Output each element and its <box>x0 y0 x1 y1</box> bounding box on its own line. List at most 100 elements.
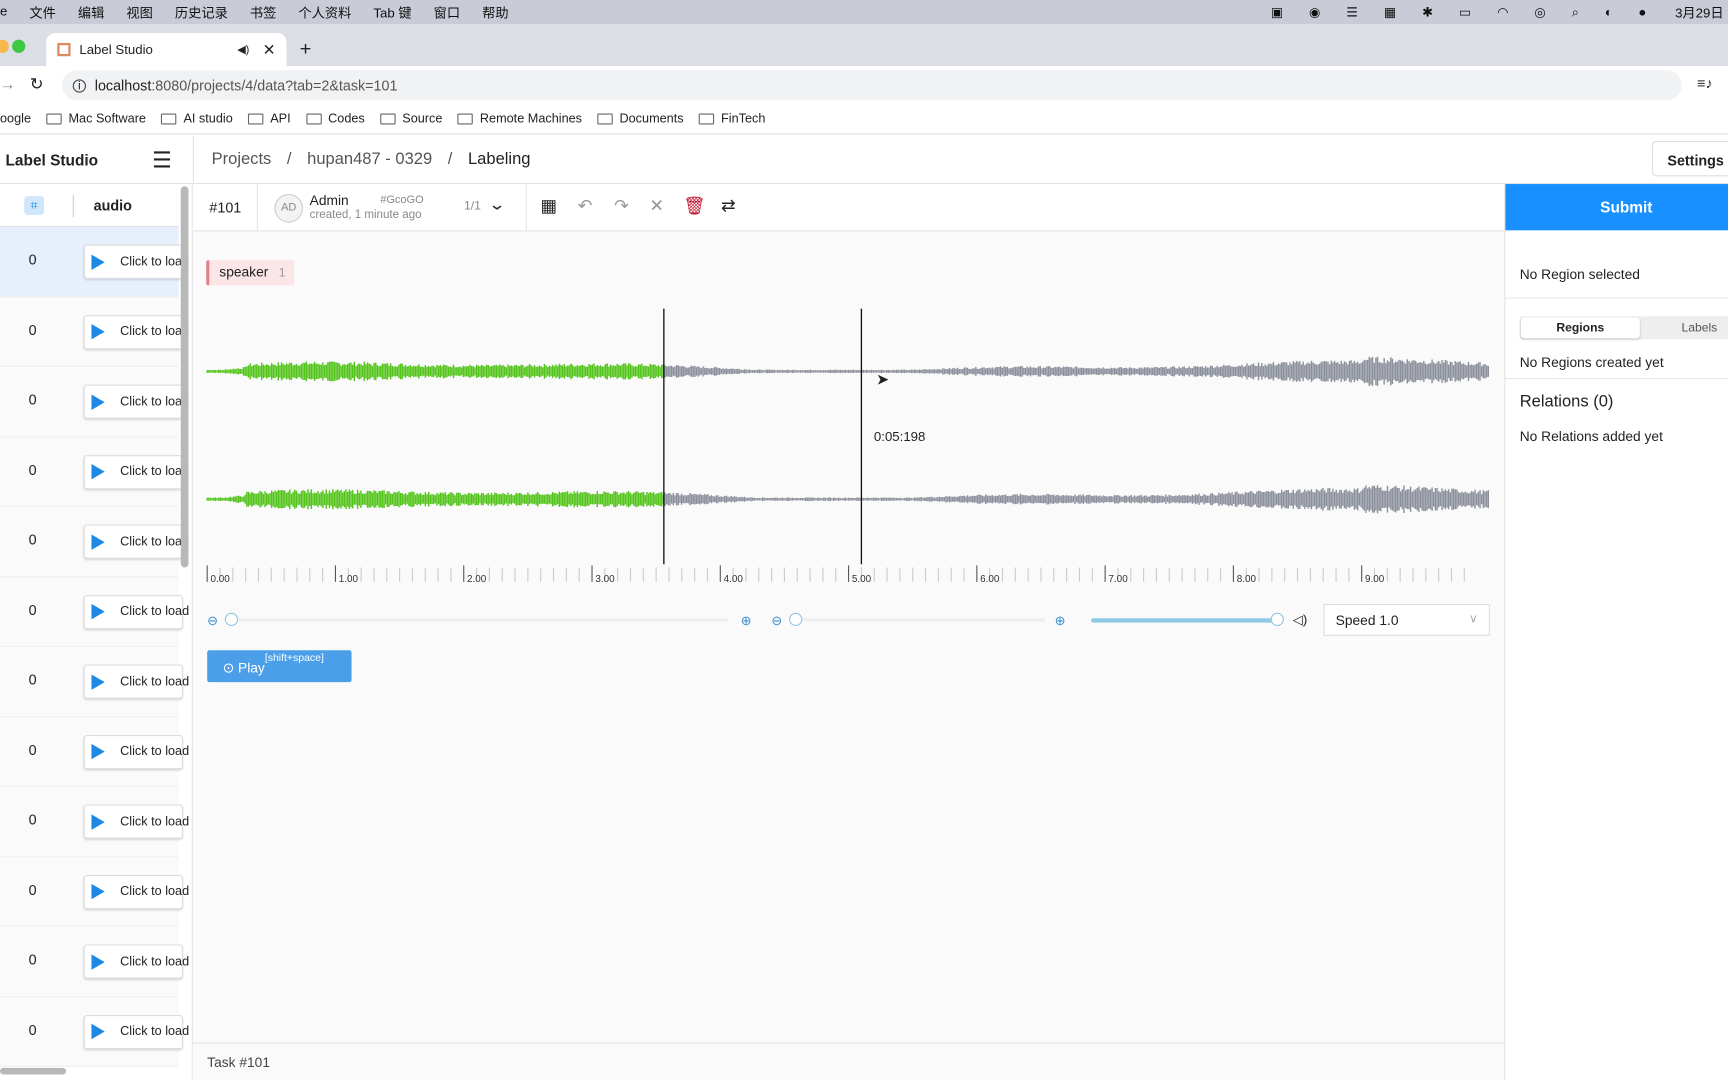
task-row[interactable]: 0 Click to load <box>0 856 189 927</box>
audio-load-button[interactable]: Click to load <box>83 454 189 489</box>
audio-load-button[interactable]: Click to load <box>83 944 189 979</box>
label-speaker[interactable]: speaker 1 <box>206 260 295 286</box>
chevron-down-icon[interactable]: ⌄ <box>488 195 506 214</box>
task-row[interactable]: 0 Click to load <box>0 786 189 857</box>
audio-waveform[interactable]: 0.00 1.00 2.00 3.00 4.00 5.00 6.00 7.00 8.00 9.00 <box>204 303 1493 590</box>
app-logo[interactable]: Label Studio <box>6 151 99 169</box>
clear-icon[interactable]: ✕ <box>647 197 667 217</box>
menu-item[interactable]: e <box>0 3 7 22</box>
breadcrumb-project[interactable]: hupan487 - 0329 <box>307 150 432 169</box>
audio-load-button[interactable]: Click to load <box>83 314 189 349</box>
vzoom-in-icon[interactable]: ⊕ <box>1055 613 1066 628</box>
load-label: Click to load <box>120 674 190 689</box>
play-hotkey: [shift+space] <box>264 652 324 665</box>
vertical-scrollbar[interactable] <box>180 186 189 568</box>
zoom-slider-handle[interactable] <box>224 612 239 626</box>
info-icon[interactable]: i <box>72 78 86 93</box>
url-input[interactable]: i localhost:8080/projects/4/data?tab=2&t… <box>61 70 1682 101</box>
bookmark[interactable]: FinTech <box>699 112 765 125</box>
select-all-icon[interactable]: ⌗ <box>24 196 45 215</box>
settings-button[interactable]: Settings <box>1651 141 1728 177</box>
task-row[interactable]: 0 Click to load <box>0 436 189 507</box>
maximize-button[interactable] <box>12 39 26 53</box>
menu-item[interactable]: 文件 <box>29 3 55 22</box>
audio-load-button[interactable]: Click to load <box>83 244 189 279</box>
reload-icon[interactable]: ↻ <box>30 74 44 94</box>
breadcrumb-projects[interactable]: Projects <box>212 150 272 169</box>
menu-item[interactable]: 帮助 <box>482 3 508 22</box>
close-tab-icon[interactable]: ✕ <box>263 40 276 59</box>
zoom-in-icon[interactable]: ⊕ <box>741 613 752 628</box>
played-waveform-channel-2 <box>206 489 665 510</box>
volume-slider[interactable] <box>1091 618 1279 623</box>
play-icon <box>91 323 105 340</box>
minimize-button[interactable] <box>0 39 9 53</box>
bookmark[interactable]: Mac Software <box>46 112 146 125</box>
audio-load-button[interactable]: Click to load <box>83 664 189 699</box>
audio-load-button[interactable]: Click to load <box>83 594 189 629</box>
browser-tab[interactable]: Label Studio ◀) ✕ <box>46 33 287 67</box>
task-row[interactable]: 0 Click to load <box>0 576 189 647</box>
ruler-label: 0.00 <box>210 574 230 585</box>
settings-toggle-icon[interactable]: ⇄ <box>719 197 739 217</box>
task-row[interactable]: 0 Click to load <box>0 926 189 997</box>
delete-icon[interactable]: 🗑 <box>683 197 705 217</box>
task-row[interactable]: 0 Click to load <box>0 646 189 717</box>
menu-item[interactable]: 历史记录 <box>175 3 228 22</box>
speed-value: Speed 1.0 <box>1335 612 1399 629</box>
play-icon <box>91 743 105 760</box>
vzoom-out-icon[interactable]: ⊖ <box>771 613 782 628</box>
vertical-zoom-slider[interactable] <box>791 618 1045 622</box>
play-icon <box>91 603 105 620</box>
url-path: :8080/projects/4/data?tab=2&task=101 <box>151 77 398 94</box>
volume-slider-handle[interactable] <box>1270 612 1284 626</box>
tab-labels[interactable]: Labels <box>1650 317 1728 338</box>
new-tab-button[interactable]: + <box>300 37 312 60</box>
audio-load-button[interactable]: Click to load <box>83 874 189 909</box>
play-button[interactable]: ⊙ Play[shift+space] <box>207 650 352 683</box>
volume-icon[interactable]: ◁) <box>1293 612 1308 627</box>
speaker-icon[interactable]: ◀) <box>237 44 249 56</box>
zoom-out-icon[interactable]: ⊖ <box>207 613 218 628</box>
audio-load-button[interactable]: Click to load <box>83 734 189 769</box>
bookmark[interactable]: API <box>248 112 291 125</box>
submit-button[interactable]: Submit <box>1505 184 1728 231</box>
grid-view-icon[interactable]: ▦ <box>539 197 559 217</box>
menu-item[interactable]: 个人资料 <box>298 3 351 22</box>
menu-item[interactable]: 窗口 <box>434 3 460 22</box>
task-row[interactable]: 0 Click to load <box>0 716 189 787</box>
audio-load-button[interactable]: Click to load <box>83 524 189 559</box>
task-row[interactable]: 0 Click to load <box>0 296 189 367</box>
redo-icon[interactable]: ↷ <box>612 197 632 217</box>
column-header-audio[interactable]: audio <box>94 197 132 214</box>
zoom-slider[interactable] <box>225 618 728 622</box>
bookmark[interactable]: oogle <box>0 112 31 125</box>
tab-regions[interactable]: Regions <box>1520 317 1640 339</box>
vertical-zoom-handle[interactable] <box>789 612 803 626</box>
bookmarks-bar: oogle Mac Software AI studio API Codes Source… <box>0 104 1728 135</box>
bookmark[interactable]: Codes <box>306 112 365 125</box>
task-row[interactable]: 0 Click to load <box>0 996 189 1067</box>
audio-load-button[interactable]: Click to load <box>83 384 189 419</box>
bookmark[interactable]: Documents <box>597 112 684 125</box>
horizontal-scrollbar[interactable] <box>0 1067 67 1075</box>
menu-item[interactable]: 视图 <box>126 3 152 22</box>
bookmark[interactable]: AI studio <box>161 112 233 125</box>
task-row[interactable]: 0 Click to load <box>0 227 189 297</box>
task-row[interactable]: 0 Click to load <box>0 506 189 577</box>
task-row[interactable]: 0 Click to load <box>0 366 189 437</box>
undo-icon[interactable]: ↶ <box>575 197 595 217</box>
audio-load-button[interactable]: Click to load <box>83 804 189 839</box>
task-footer: Task #101 <box>207 1054 270 1071</box>
menu-item[interactable]: 编辑 <box>78 3 104 22</box>
hamburger-menu-icon[interactable]: ☰ <box>152 147 172 175</box>
menu-item[interactable]: 书签 <box>250 3 276 22</box>
speed-select[interactable]: Speed 1.0 ∨ <box>1323 603 1490 636</box>
audio-load-button[interactable]: Click to load <box>83 1014 189 1049</box>
bookmark[interactable]: Source <box>380 112 442 125</box>
media-control-icon[interactable]: ≡♪ <box>1697 75 1713 92</box>
menu-item[interactable]: Tab 键 <box>373 3 411 22</box>
bookmark[interactable]: Remote Machines <box>457 112 582 125</box>
app-header: Label Studio ☰ Projects / hupan487 - 032… <box>0 135 1728 185</box>
forward-icon[interactable]: → <box>0 75 15 93</box>
